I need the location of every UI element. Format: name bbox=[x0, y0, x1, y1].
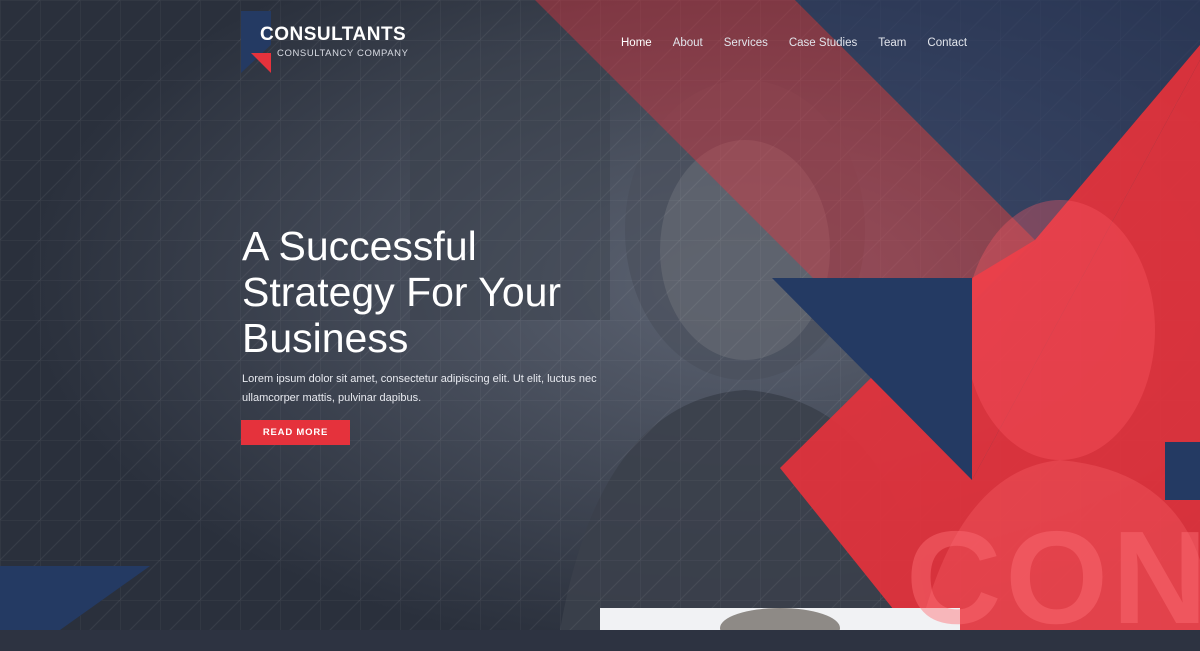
brand-name: CONSULTANTS bbox=[260, 24, 407, 45]
hero-title-line: Strategy For Your bbox=[242, 269, 562, 315]
nav-contact[interactable]: Contact bbox=[927, 37, 967, 49]
brand-tagline: CONSULTANCY COMPANY bbox=[277, 48, 409, 59]
nav-home[interactable]: Home bbox=[621, 37, 652, 49]
hero-title: A Successful Strategy For Your Business bbox=[242, 223, 662, 361]
brand-logo[interactable]: CONSULTANTS CONSULTANCY COMPANY bbox=[241, 11, 421, 75]
nav-about[interactable]: About bbox=[673, 37, 703, 49]
read-more-button[interactable]: READ MORE bbox=[241, 420, 350, 445]
nav-team[interactable]: Team bbox=[878, 37, 906, 49]
hero-title-line: A Successful bbox=[242, 223, 477, 269]
nav-services[interactable]: Services bbox=[724, 37, 768, 49]
hero-title-line: Business bbox=[242, 315, 409, 361]
nav-case-studies[interactable]: Case Studies bbox=[789, 37, 857, 49]
main-nav: Home About Services Case Studies Team Co… bbox=[621, 37, 988, 49]
hero-description: Lorem ipsum dolor sit amet, consectetur … bbox=[242, 373, 597, 404]
brand-watermark: CON bbox=[906, 504, 1200, 651]
